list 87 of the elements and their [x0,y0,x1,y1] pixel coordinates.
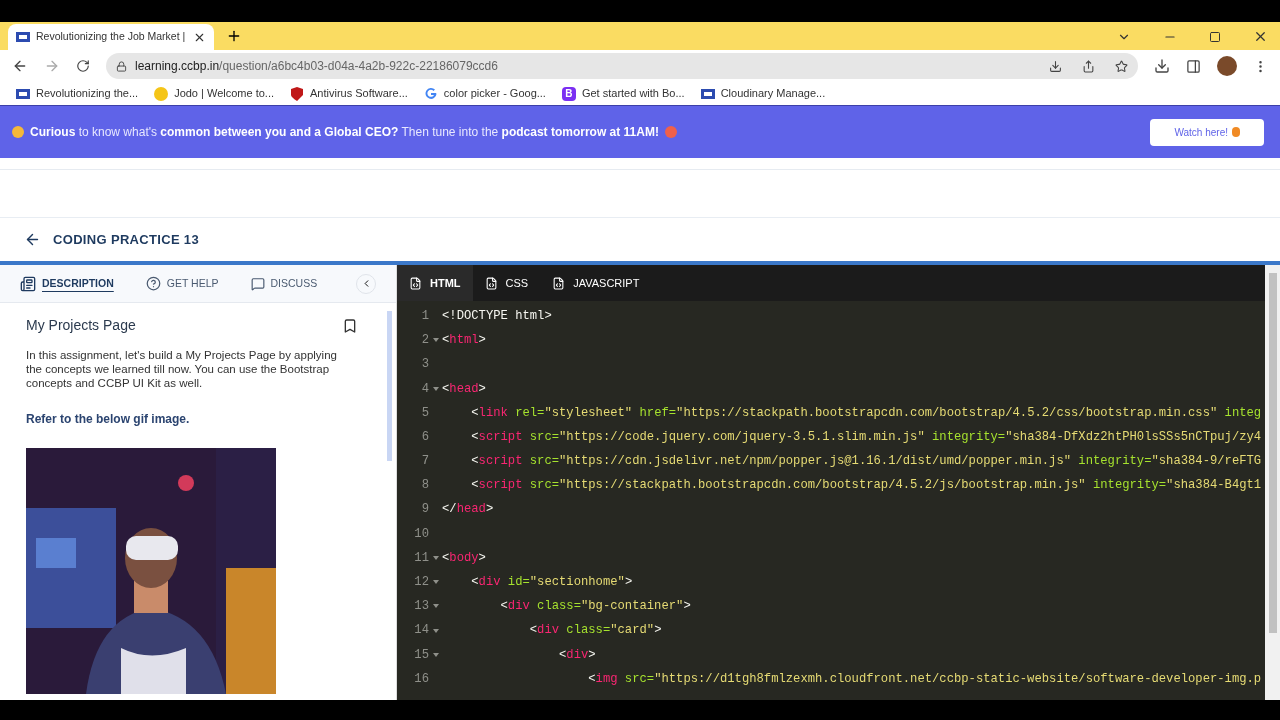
editor-tab[interactable]: HTML [397,265,473,301]
close-icon[interactable] [1253,29,1268,44]
code-line: <script src="https://code.jquery.com/jquery-3.5.1.slim.min.js" integrity="sha384-DfXdz2htPH0lsSSs5nCTpuj/zy4 [470,428,1262,446]
browser-tab[interactable]: Revolutionizing the Job Market | [8,24,214,50]
bookmark-item[interactable]: Jodo | Welcome to... [154,85,274,102]
code-line: <!DOCTYPE html> [442,307,552,325]
page-title: CODING PRACTICE 13 [53,230,199,249]
line-number: 1 [420,307,429,325]
line-number: 4 [420,380,429,398]
file-icon [552,276,566,290]
bookmark-icon[interactable] [342,317,358,334]
back-icon[interactable] [24,231,41,248]
star-icon[interactable] [1115,59,1128,73]
code-line: <img src="https://d1tgh8fmlzexmh.cloudfront.net/ccbp-static-website/software-developer-img.p [587,670,1262,688]
site-icon [700,87,715,100]
watch-button[interactable]: Watch here! [1150,118,1264,146]
lock-icon [116,60,127,72]
line-number: 11 [413,549,429,567]
fold-arrow-icon[interactable] [432,604,439,609]
side-panel-icon[interactable] [1186,58,1201,74]
site-icon [16,31,30,43]
reload-icon[interactable] [76,59,90,73]
bookmark-item[interactable]: B Get started with Bo... [561,85,685,102]
download-icon[interactable] [1154,58,1170,74]
bookmark-item[interactable]: Cloudinary Manage... [700,85,826,102]
fold-arrow-icon[interactable] [432,386,439,391]
code-line: </head> [442,501,494,519]
panel-tab[interactable]: DISCUSS [250,275,318,292]
code-line: <script src="https://stackpath.bootstrapcdn.com/bootstrap/4.5.2/js/bootstrap.min.js" integrity="sha384-B4gt1 [470,477,1262,495]
install-icon[interactable] [1049,59,1062,73]
line-number: 8 [420,477,429,495]
line-number: 13 [413,598,429,616]
line-number: 9 [420,501,429,519]
heart-eyes-icon [664,126,677,138]
line-number: 15 [413,646,429,664]
help-icon [145,276,161,291]
back-icon[interactable] [12,58,28,74]
fold-arrow-icon[interactable] [432,580,439,585]
letter-icon: B [561,86,576,101]
code-line: <link rel="stylesheet" href="https://stackpath.bootstrapcdn.com/bootstrap/4.5.2/css/bootstrap.min.css" integ [470,404,1262,422]
document-icon [20,275,36,292]
bookmark-item[interactable]: Antivirus Software... [290,85,408,102]
file-icon [409,276,422,290]
code-line: <html> [442,332,486,350]
share-icon[interactable] [1082,59,1095,73]
shield-icon [290,86,304,101]
new-tab-icon[interactable] [226,28,242,44]
file-icon [484,276,498,290]
site-icon [16,87,30,100]
fold-arrow-icon[interactable] [432,555,439,560]
line-number: 2 [420,332,429,350]
code-line: <body> [442,549,486,567]
fire-icon [1232,127,1240,137]
avatar[interactable] [1217,56,1237,76]
code-line: <div> [558,646,596,664]
line-number: 5 [420,404,429,422]
banner-text: Curious to know what's common between you and a Global CEO? Then tune into the podcast tomorrow at 11AM! [30,124,659,141]
code-line: <div class="bg-container"> [499,598,691,616]
panel-tab[interactable]: DESCRIPTION [20,275,114,292]
maximize-icon[interactable] [1209,30,1221,43]
bookmark-item[interactable]: Revolutionizing the... [16,85,139,102]
code-line: <div class="card"> [528,622,662,640]
bookmark-item[interactable]: color picker - Goog... [423,85,546,102]
fold-arrow-icon[interactable] [432,338,439,343]
fold-arrow-icon[interactable] [432,652,439,657]
description-title: My Projects Page [26,316,136,335]
note-text: Refer to the below gif image. [26,411,191,428]
code-line: <script src="https://cdn.jsdelivr.net/npm/popper.js@1.16.1/dist/umd/popper.min.js" integrity="sha384-9/reFTG [470,453,1262,471]
scrollbar-thumb[interactable] [1268,273,1277,633]
line-number: 10 [413,525,429,543]
code-line: <head> [442,380,486,398]
thinking-face-icon [12,126,24,138]
line-number: 3 [420,356,429,374]
chat-icon [250,276,265,291]
line-number: 12 [413,574,429,591]
line-number: 14 [413,622,429,640]
panel-tab[interactable]: GET HELP [145,275,219,292]
line-number: 6 [420,428,429,446]
code-line: <div id="sectionhome"> [470,574,633,591]
scrollbar-thumb[interactable] [386,311,392,461]
g-logo-icon [423,86,438,101]
address-bar[interactable]: learning.ccbp.in/question/a6bc4b03-d04a-4a2b-922c-22186079ccd6 [106,53,1138,79]
line-number: 16 [413,670,429,688]
line-number: 7 [420,453,429,471]
description-text: In this assignment, let's build a My Projects Page by applying the concepts we learned till now. You can use the Bootstrap concepts and CCBP UI Kit as well. [26,348,338,390]
url-text: learning.ccbp.in/question/a6bc4b03-d04a-4a2b-922c-22186079ccd6 [135,58,499,75]
fold-arrow-icon[interactable] [432,628,439,633]
